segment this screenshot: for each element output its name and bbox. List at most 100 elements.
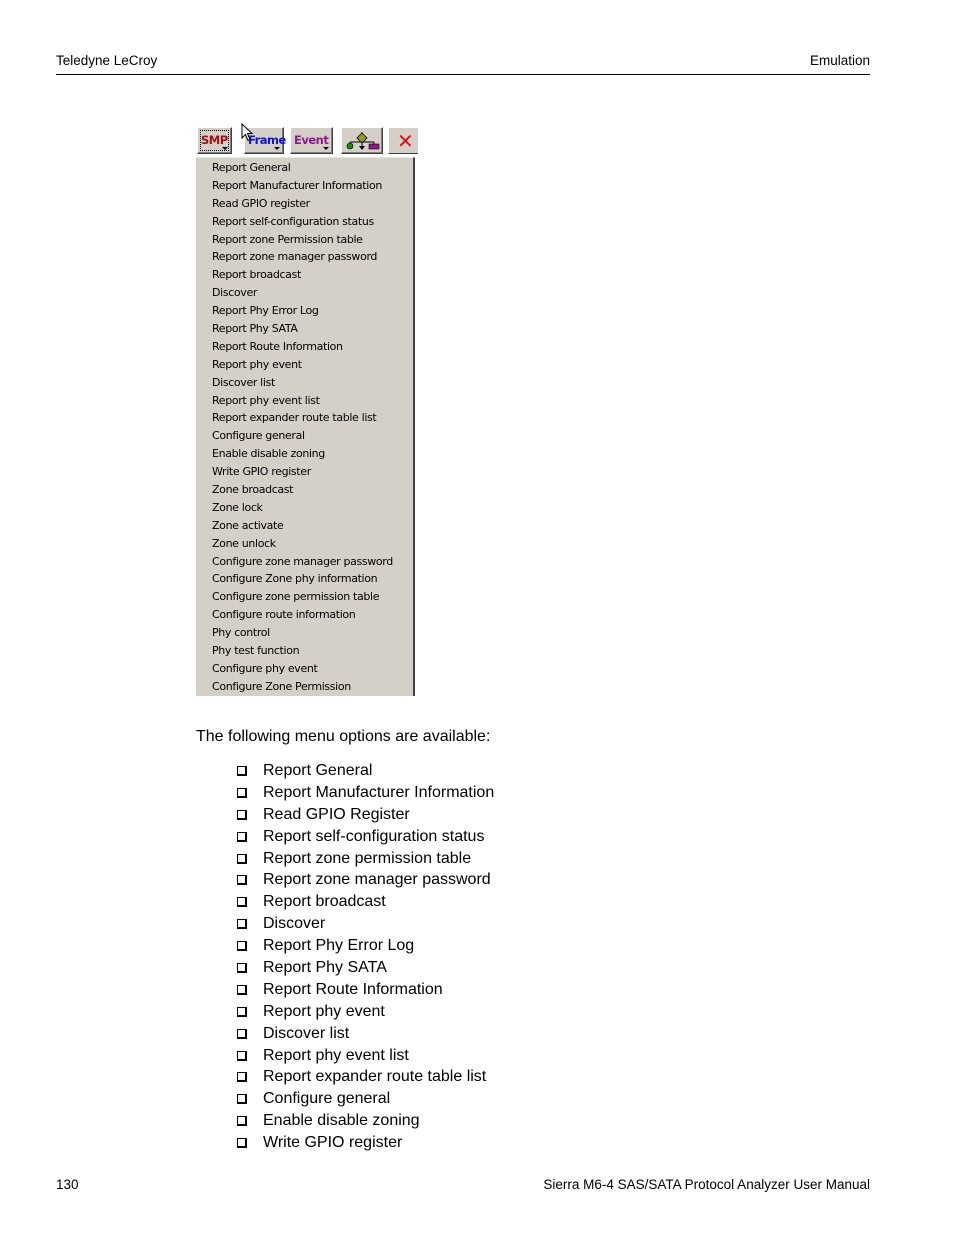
menu-item[interactable]: Discover list xyxy=(196,374,413,392)
menu-item[interactable]: Report zone Permission table xyxy=(196,231,413,249)
checkbox-bullet-icon xyxy=(237,809,247,820)
checkbox-bullet-icon xyxy=(237,941,247,952)
menu-item[interactable]: Report General xyxy=(196,159,413,177)
list-item-text: Write GPIO register xyxy=(263,1134,403,1152)
list-item: Report zone permission table xyxy=(236,848,494,870)
smp-button-label: SMP xyxy=(201,133,228,147)
menu-item[interactable]: Configure zone manager password xyxy=(196,553,413,571)
list-item-text: Discover list xyxy=(263,1024,350,1042)
list-item: Report self-configuration status xyxy=(236,826,494,848)
intro-paragraph: The following menu options are available… xyxy=(196,728,491,745)
list-item-text: Report General xyxy=(263,762,373,779)
list-item: Read GPIO Register xyxy=(236,804,494,826)
list-item: Report phy event list xyxy=(236,1045,494,1067)
checkbox-bullet-icon xyxy=(237,766,247,776)
checkbox-bullet-icon xyxy=(237,831,247,842)
smp-button[interactable]: SMP xyxy=(197,127,232,154)
menu-item[interactable]: Configure Zone Permission xyxy=(196,678,413,696)
list-item: Report Manufacturer Information xyxy=(236,782,494,804)
menu-item[interactable]: Configure route information xyxy=(196,606,413,624)
list-item: Report phy event xyxy=(236,1001,494,1023)
checkbox-bullet-icon xyxy=(237,1050,247,1061)
list-item-text: Report broadcast xyxy=(263,893,386,911)
list-item-text: Report zone permission table xyxy=(263,849,472,867)
menu-options-list: Report General Report Manufacturer Inform… xyxy=(236,760,494,1154)
list-item-text: Report zone manager password xyxy=(263,871,491,889)
mouse-cursor-icon xyxy=(241,123,254,142)
list-item-text: Report Phy Error Log xyxy=(263,937,415,955)
list-item: Report Phy SATA xyxy=(236,957,494,979)
menu-item[interactable]: Report zone manager password xyxy=(196,248,413,266)
checkbox-bullet-icon xyxy=(237,963,247,974)
list-item: Discover xyxy=(236,913,494,935)
list-item: Enable disable zoning xyxy=(236,1110,494,1132)
menu-item[interactable]: Configure Zone phy information xyxy=(196,570,413,588)
list-item-text: Read GPIO Register xyxy=(263,805,410,823)
checkbox-bullet-icon xyxy=(237,1094,247,1105)
checkbox-bullet-icon xyxy=(237,984,247,995)
menu-item[interactable]: Phy control xyxy=(196,624,413,642)
close-button[interactable]: ✕ xyxy=(388,127,418,154)
list-item: Write GPIO register xyxy=(236,1132,494,1154)
list-item-text: Report Route Information xyxy=(263,980,443,998)
menu-item[interactable]: Report broadcast xyxy=(196,266,413,284)
menu-item[interactable]: Configure phy event xyxy=(196,660,413,678)
list-item: Report broadcast xyxy=(236,891,494,913)
list-item: Report Phy Error Log xyxy=(236,935,494,957)
list-item-text: Report phy event xyxy=(263,1002,385,1020)
checkbox-bullet-icon xyxy=(237,919,247,930)
list-item-text: Enable disable zoning xyxy=(263,1112,420,1130)
list-item-text: Report self-configuration status xyxy=(263,827,485,845)
menu-item[interactable]: Report Phy SATA xyxy=(196,320,413,338)
checkbox-bullet-icon xyxy=(237,875,247,886)
footer-manual-title: Sierra M6-4 SAS/SATA Protocol Analyzer U… xyxy=(543,1177,870,1192)
dropdown-arrow-icon xyxy=(323,147,329,150)
checkbox-bullet-icon xyxy=(237,853,247,864)
menu-item[interactable]: Report phy event xyxy=(196,356,413,374)
event-button[interactable]: Event xyxy=(290,127,333,154)
list-item-text: Configure general xyxy=(263,1090,391,1108)
menu-item[interactable]: Configure general xyxy=(196,427,413,445)
list-item-text: Report Manufacturer Information xyxy=(263,783,495,801)
close-icon: ✕ xyxy=(397,129,414,153)
list-item: Discover list xyxy=(236,1023,494,1045)
menu-item[interactable]: Read GPIO register xyxy=(196,195,413,213)
list-item: Report zone manager password xyxy=(236,869,494,891)
menu-item[interactable]: Report self-configuration status xyxy=(196,213,413,231)
menu-item[interactable]: Zone activate xyxy=(196,517,413,535)
list-item: Report Route Information xyxy=(236,979,494,1001)
checkbox-bullet-icon xyxy=(237,787,247,798)
menu-item[interactable]: Enable disable zoning xyxy=(196,445,413,463)
flow-control-button[interactable] xyxy=(341,127,383,154)
smp-dropdown-menu: Report General Report Manufacturer Inform… xyxy=(196,157,415,696)
menu-item[interactable]: Zone unlock xyxy=(196,535,413,553)
list-item-text: Report phy event list xyxy=(263,1046,409,1064)
checkbox-bullet-icon xyxy=(237,1006,247,1017)
menu-item[interactable]: Report expander route table list xyxy=(196,409,413,427)
dropdown-arrow-icon xyxy=(274,147,280,150)
list-item: Configure general xyxy=(236,1088,494,1110)
menu-item[interactable]: Report phy event list xyxy=(196,392,413,410)
list-item-text: Report expander route table list xyxy=(263,1068,487,1086)
emulation-toolbar: SMP Frame Event ✕ xyxy=(196,123,418,157)
checkbox-bullet-icon xyxy=(237,1072,247,1083)
menu-item[interactable]: Report Route Information xyxy=(196,338,413,356)
menu-item[interactable]: Zone lock xyxy=(196,499,413,517)
menu-item[interactable]: Report Phy Error Log xyxy=(196,302,413,320)
header-company: Teledyne LeCroy xyxy=(56,53,158,68)
list-item-text: Report Phy SATA xyxy=(263,959,387,977)
flow-diagram-icon xyxy=(346,132,380,150)
menu-item[interactable]: Phy test function xyxy=(196,642,413,660)
header-divider xyxy=(56,74,870,75)
menu-item[interactable]: Zone broadcast xyxy=(196,481,413,499)
event-button-label: Event xyxy=(294,133,329,147)
dropdown-arrow-icon xyxy=(222,147,228,150)
page-number: 130 xyxy=(56,1177,79,1192)
list-item: Report expander route table list xyxy=(236,1066,494,1088)
menu-item[interactable]: Write GPIO register xyxy=(196,463,413,481)
menu-item[interactable]: Report Manufacturer Information xyxy=(196,177,413,195)
checkbox-bullet-icon xyxy=(237,1028,247,1039)
checkbox-bullet-icon xyxy=(237,1116,247,1127)
menu-item[interactable]: Configure zone permission table xyxy=(196,588,413,606)
menu-item[interactable]: Discover xyxy=(196,284,413,302)
